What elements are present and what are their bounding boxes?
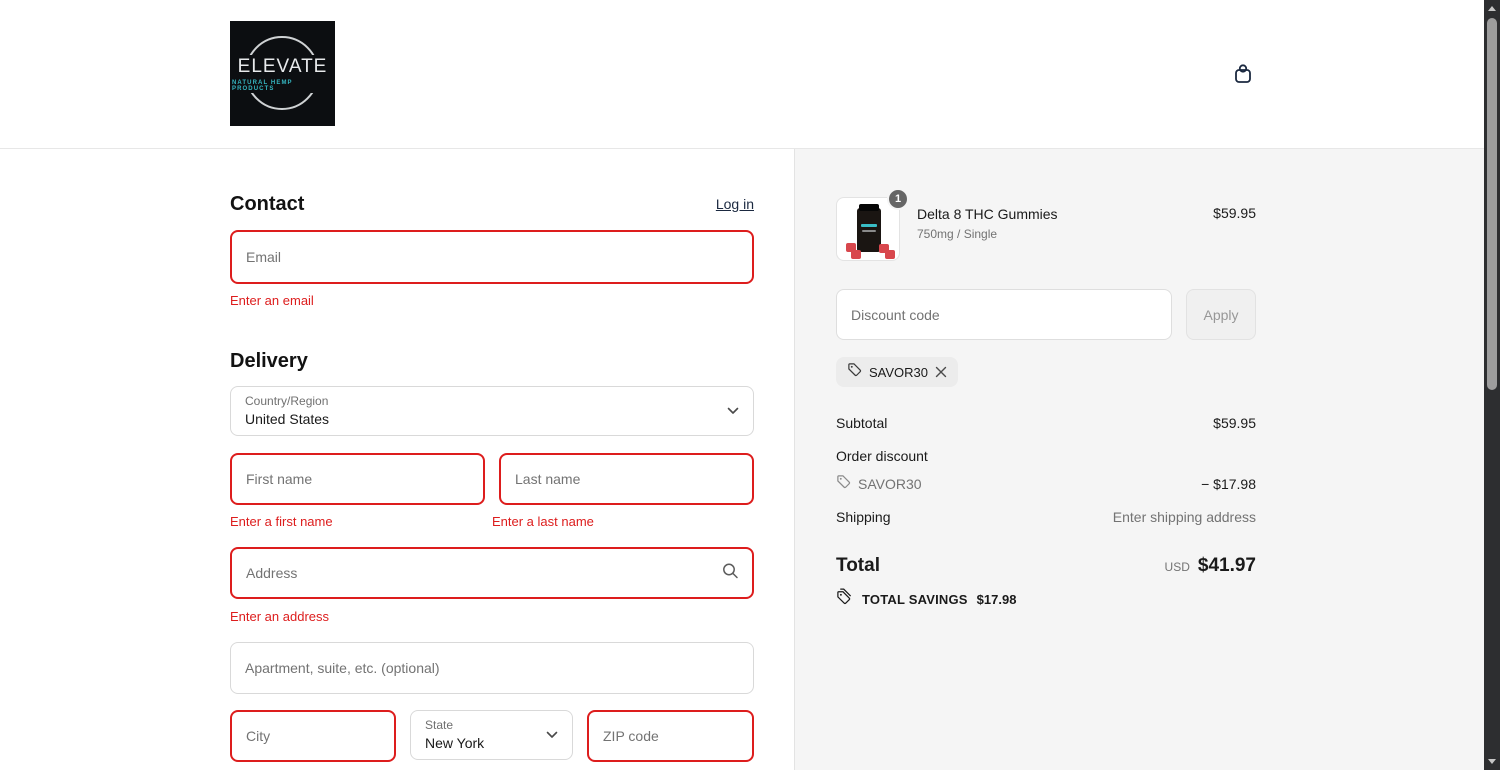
quantity-badge: 1 xyxy=(887,188,909,210)
close-icon[interactable] xyxy=(935,366,947,378)
country-select[interactable]: Country/Region United States xyxy=(230,386,754,436)
discount-code-field xyxy=(836,289,1172,340)
store-logo[interactable]: ELEVATE NATURAL HEMP PRODUCTS xyxy=(230,21,335,126)
discount-code-input[interactable] xyxy=(837,290,1171,339)
city-input[interactable] xyxy=(232,712,394,760)
currency-code: USD xyxy=(1164,560,1190,574)
main-content: Contact Log in Enter an email Delivery C… xyxy=(0,149,1484,770)
zip-input[interactable] xyxy=(589,712,752,760)
delivery-heading: Delivery xyxy=(230,350,308,372)
subtotal-value: $59.95 xyxy=(1213,415,1256,431)
state-value: New York xyxy=(425,735,485,751)
tag-icon xyxy=(847,362,862,382)
scrollbar-thumb[interactable] xyxy=(1487,18,1497,390)
first-name-field xyxy=(230,453,485,505)
double-tag-icon xyxy=(836,588,853,610)
product-variant: 750mg / Single xyxy=(917,227,998,241)
discount-code-text: SAVOR30 xyxy=(858,475,922,492)
tag-icon xyxy=(836,474,851,493)
order-discount-row: Order discount xyxy=(836,447,1256,465)
checkout-page: ELEVATE NATURAL HEMP PRODUCTS Contact Lo… xyxy=(0,0,1500,770)
name-row xyxy=(230,453,754,505)
cart-button[interactable] xyxy=(1228,60,1258,90)
contact-header: Contact Log in xyxy=(230,191,754,217)
login-link[interactable]: Log in xyxy=(716,191,754,217)
product-price: $59.95 xyxy=(1213,205,1256,221)
shipping-value: Enter shipping address xyxy=(1112,509,1256,525)
product-name: Delta 8 THC Gummies xyxy=(917,206,1058,222)
first-name-input[interactable] xyxy=(232,455,483,503)
total-label: Total xyxy=(836,555,880,576)
state-select[interactable]: State New York xyxy=(410,710,573,760)
applied-discount-code: SAVOR30 xyxy=(869,364,929,380)
total-row: Total USD $41.97 xyxy=(836,553,1256,579)
shipping-row: Shipping Enter shipping address xyxy=(836,508,1256,526)
zip-field xyxy=(587,710,754,762)
address-error: Enter an address xyxy=(230,609,330,624)
apply-discount-button[interactable]: Apply xyxy=(1186,289,1256,340)
total-value: $41.97 xyxy=(1197,555,1256,576)
last-name-field xyxy=(499,453,754,505)
name-errors-row: Enter a first name Enter a last name xyxy=(230,514,754,530)
shipping-label: Shipping xyxy=(836,509,891,525)
first-name-error: Enter a first name xyxy=(230,514,333,529)
scroll-up-arrow-icon[interactable] xyxy=(1488,6,1496,11)
scroll-down-arrow-icon[interactable] xyxy=(1488,759,1496,764)
order-summary-column: 1 Delta 8 THC Gummies 750mg / Single $59… xyxy=(795,149,1484,770)
savings-value: $17.98 xyxy=(976,591,1017,607)
apartment-input[interactable] xyxy=(231,643,753,693)
chevron-down-icon xyxy=(727,402,739,420)
logo-brand-text: ELEVATE xyxy=(235,54,330,79)
search-icon xyxy=(721,562,739,585)
discount-code-row: Apply xyxy=(836,289,1256,340)
chevron-down-icon xyxy=(546,726,558,744)
email-error: Enter an email xyxy=(230,293,314,308)
state-label: State xyxy=(425,718,454,732)
total-savings-row: TOTAL SAVINGS $17.98 xyxy=(836,588,1256,610)
address-field xyxy=(230,547,754,599)
address-input[interactable] xyxy=(232,549,752,597)
city-state-zip-row: State New York xyxy=(230,710,754,762)
city-field xyxy=(230,710,396,762)
email-input[interactable] xyxy=(232,232,752,282)
last-name-error: Enter a last name xyxy=(492,514,594,529)
checkout-form-column: Contact Log in Enter an email Delivery C… xyxy=(0,149,795,770)
applied-discount-chip[interactable]: SAVOR30 xyxy=(836,357,959,387)
cart-line-item: 1 Delta 8 THC Gummies 750mg / Single $59… xyxy=(836,188,1256,261)
subtotal-label: Subtotal xyxy=(836,415,888,431)
discount-amount-row: SAVOR30 − $17.98 xyxy=(836,474,1256,493)
header: ELEVATE NATURAL HEMP PRODUCTS xyxy=(0,0,1484,149)
discount-amount: − $17.98 xyxy=(1201,476,1256,492)
country-label: Country/Region xyxy=(245,394,329,408)
vertical-scrollbar[interactable] xyxy=(1484,0,1500,770)
order-discount-label: Order discount xyxy=(836,448,928,464)
contact-heading: Contact xyxy=(230,193,305,215)
savings-label: TOTAL SAVINGS xyxy=(862,591,968,607)
last-name-input[interactable] xyxy=(501,455,752,503)
email-field xyxy=(230,230,754,284)
shopping-bag-icon xyxy=(1228,64,1258,93)
apartment-field xyxy=(230,642,754,694)
country-value: United States xyxy=(245,411,330,427)
logo-tagline-text: NATURAL HEMP PRODUCTS xyxy=(230,78,335,93)
subtotal-row: Subtotal $59.95 xyxy=(836,414,1256,432)
